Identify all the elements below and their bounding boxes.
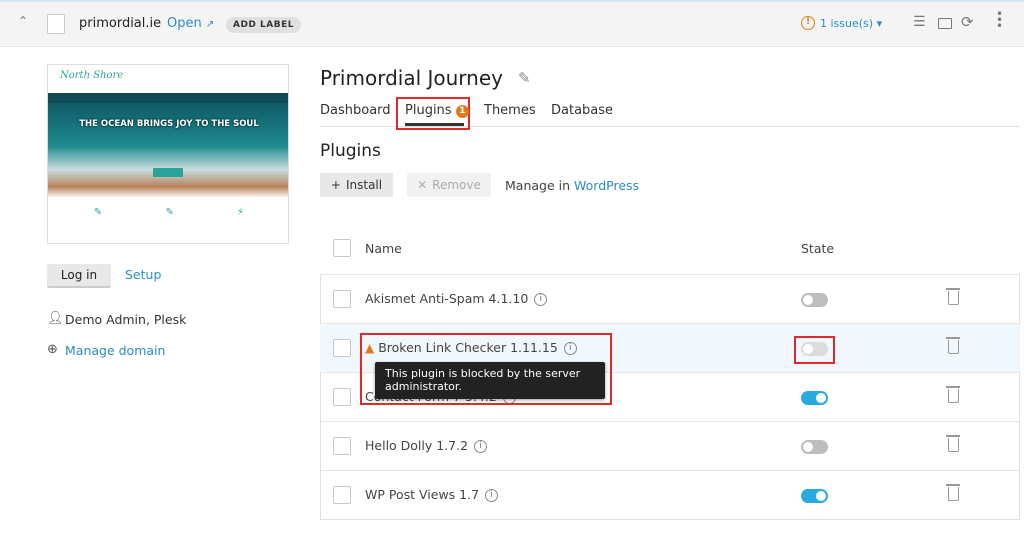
remove-button[interactable]: ✕ Remove [407, 173, 491, 197]
column-state: State [801, 241, 835, 256]
plugin-name: Hello Dolly 1.7.2 [365, 438, 469, 453]
collapse-chevron-icon[interactable]: ⌃ [18, 14, 28, 28]
tab-plugins[interactable]: Plugins 1 [405, 103, 469, 118]
user-icon: 👤︎ [47, 311, 64, 326]
manage-in-text: Manage in WordPress [505, 178, 640, 193]
add-label-button[interactable]: ADD LABEL [226, 17, 301, 33]
domain-name: primordial.ie [79, 16, 162, 31]
site-header: ⌃ primordial.ie Open ↗ ADD LABEL ! 1 iss… [0, 0, 1024, 47]
trash-icon[interactable] [946, 484, 960, 501]
row-checkbox[interactable] [333, 486, 351, 504]
state-toggle[interactable] [801, 489, 828, 503]
tab-dashboard[interactable]: Dashboard [320, 103, 391, 118]
state-toggle[interactable] [801, 293, 828, 307]
select-all-checkbox[interactable] [333, 239, 351, 257]
row-checkbox[interactable] [333, 437, 351, 455]
external-link-icon: ↗ [205, 19, 215, 30]
tab-themes[interactable]: Themes [484, 103, 536, 118]
row-checkbox[interactable] [333, 339, 351, 357]
trash-icon[interactable] [946, 337, 960, 354]
row-checkbox[interactable] [333, 388, 351, 406]
info-icon[interactable]: i [534, 293, 548, 306]
edit-pencil-icon[interactable]: ✎ [518, 69, 531, 87]
active-tab-indicator [405, 123, 464, 126]
warning-circle-icon: ! [801, 16, 815, 30]
setup-link[interactable]: Setup [125, 267, 161, 282]
tab-badge: 1 [455, 105, 469, 118]
plugin-name: WP Post Views 1.7 [365, 487, 480, 502]
trash-icon[interactable] [946, 288, 960, 305]
row-checkbox[interactable] [333, 290, 351, 308]
globe-icon: ⊕ [47, 342, 58, 357]
login-button[interactable]: Log in [47, 264, 111, 288]
thumbnail-logo: North Shore [60, 70, 124, 81]
column-name[interactable]: Name [365, 241, 402, 256]
manage-domain-link[interactable]: Manage domain [65, 343, 165, 358]
install-button[interactable]: + Install [320, 173, 393, 197]
state-toggle[interactable] [801, 391, 828, 405]
refresh-icon[interactable]: ⟳ [961, 13, 974, 31]
site-checkbox[interactable] [47, 14, 65, 34]
tab-database[interactable]: Database [551, 103, 613, 118]
trash-icon[interactable] [946, 386, 960, 403]
trash-icon[interactable] [946, 435, 960, 452]
issues-dropdown[interactable]: 1 issue(s) ▾ [820, 17, 882, 30]
site-thumbnail[interactable]: North Shore THE OCEAN BRINGS JOY TO THE … [47, 64, 289, 244]
folder-icon[interactable] [938, 18, 952, 29]
section-title: Plugins [320, 141, 381, 161]
plugin-row: Hello Dolly 1.7.2 i [320, 421, 1020, 470]
info-icon[interactable]: i [485, 489, 499, 502]
info-icon[interactable]: i [474, 440, 488, 453]
plugin-name: Akismet Anti-Spam 4.1.10 [365, 291, 529, 306]
more-options-icon[interactable]: • • • [996, 8, 1003, 32]
page-title: Primordial Journey [320, 66, 503, 90]
wordpress-link[interactable]: WordPress [574, 178, 639, 193]
blocked-tooltip: This plugin is blocked by the server adm… [375, 362, 605, 399]
open-link[interactable]: Open ↗ [167, 16, 214, 31]
thumbnail-headline: THE OCEAN BRINGS JOY TO THE SOUL [79, 119, 259, 129]
plugin-row: WP Post Views 1.7 i [320, 470, 1020, 519]
plugin-row: Akismet Anti-Spam 4.1.10 i [320, 274, 1020, 323]
state-toggle[interactable] [801, 440, 828, 454]
list-icon[interactable]: ☰ [913, 14, 926, 30]
toggle-highlight [794, 336, 835, 364]
owner-name: Demo Admin, Plesk [65, 312, 187, 327]
